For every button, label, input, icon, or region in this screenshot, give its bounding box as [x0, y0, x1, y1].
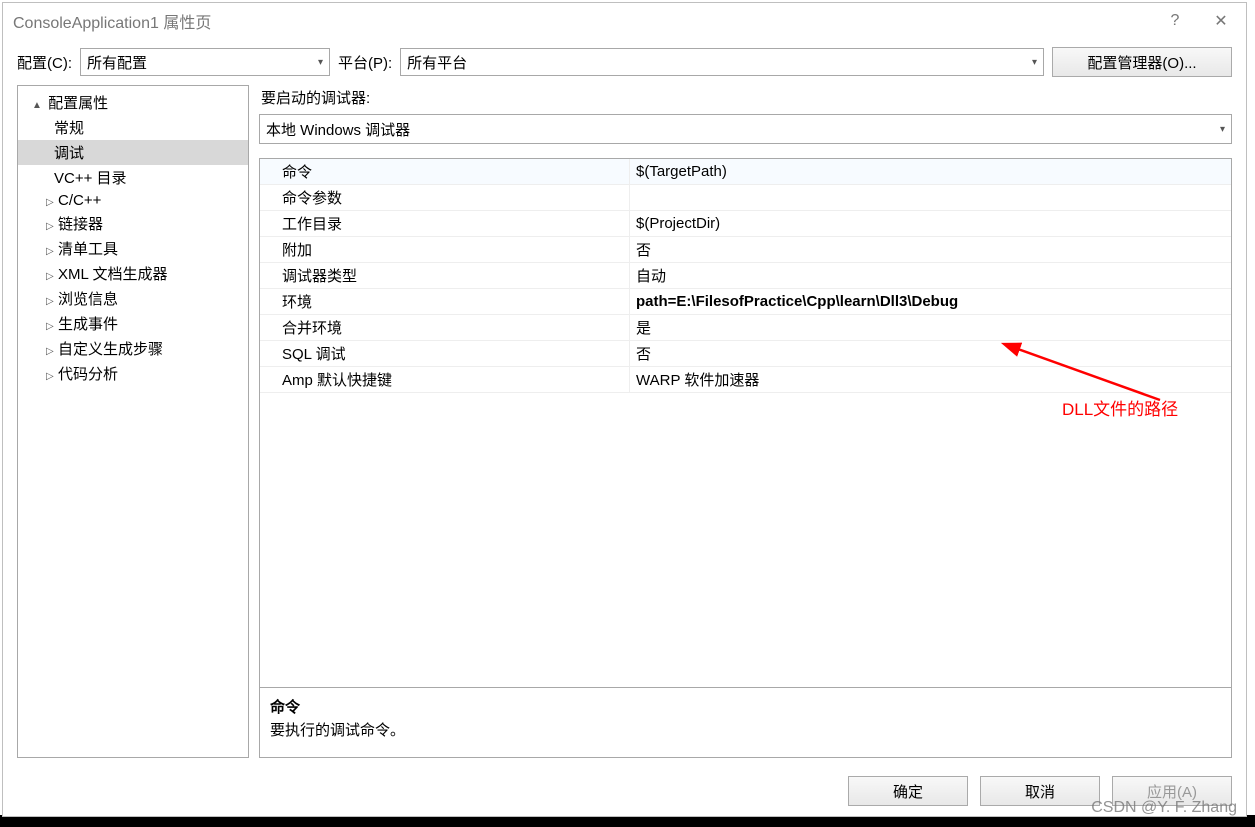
description-title: 命令	[270, 696, 1221, 717]
property-value[interactable]: 否	[630, 341, 1231, 366]
tree-item[interactable]: ▷清单工具	[18, 236, 248, 261]
property-row[interactable]: 命令$(TargetPath)	[260, 159, 1231, 185]
triangle-right-icon: ▷	[46, 271, 56, 282]
triangle-right-icon: ▷	[46, 246, 56, 257]
tree-item-label: 清单工具	[58, 241, 118, 258]
property-name: 工作目录	[260, 211, 630, 236]
debugger-selected: 本地 Windows 调试器	[266, 119, 410, 140]
tree-item[interactable]: ▷C/C++	[18, 190, 248, 211]
category-tree[interactable]: ▲ 配置属性 常规调试VC++ 目录▷C/C++▷链接器▷清单工具▷XML 文档…	[17, 85, 249, 758]
debugger-section-label: 要启动的调试器:	[261, 87, 1232, 108]
tree-item-label: 自定义生成步骤	[58, 341, 163, 358]
tree-item-label: 链接器	[58, 216, 103, 233]
property-value[interactable]: path=E:\FilesofPractice\Cpp\learn\Dll3\D…	[630, 291, 1231, 312]
tree-item-label: 代码分析	[58, 366, 118, 383]
tree-item[interactable]: ▷XML 文档生成器	[18, 261, 248, 286]
tree-item[interactable]: ▷代码分析	[18, 361, 248, 386]
chevron-down-icon: ▾	[1032, 57, 1037, 68]
tree-item[interactable]: ▷链接器	[18, 211, 248, 236]
property-name: 命令	[260, 159, 630, 184]
triangle-right-icon: ▷	[46, 371, 56, 382]
apply-button[interactable]: 应用(A)	[1112, 776, 1232, 806]
property-value[interactable]: $(ProjectDir)	[630, 213, 1231, 234]
window-title: ConsoleApplication1 属性页	[13, 9, 1152, 33]
help-icon[interactable]: ?	[1152, 5, 1198, 37]
chevron-down-icon: ▾	[1220, 124, 1225, 135]
property-name: 合并环境	[260, 315, 630, 340]
tree-item[interactable]: ▷自定义生成步骤	[18, 336, 248, 361]
tree-item-label: 浏览信息	[58, 291, 118, 308]
tree-root[interactable]: ▲ 配置属性	[18, 90, 248, 115]
property-value[interactable]	[630, 196, 1231, 200]
property-row[interactable]: SQL 调试否	[260, 341, 1231, 367]
platform-value: 所有平台	[407, 52, 467, 73]
property-grid: 命令$(TargetPath)命令参数工作目录$(ProjectDir)附加否调…	[259, 158, 1232, 758]
tree-item-label: XML 文档生成器	[58, 266, 167, 283]
property-row[interactable]: 环境path=E:\FilesofPractice\Cpp\learn\Dll3…	[260, 289, 1231, 315]
tree-item[interactable]: ▷浏览信息	[18, 286, 248, 311]
property-value[interactable]: 自动	[630, 263, 1231, 288]
platform-label: 平台(P):	[338, 52, 392, 73]
triangle-right-icon: ▷	[46, 321, 56, 332]
config-dropdown[interactable]: 所有配置 ▾	[80, 48, 330, 76]
dialog-buttons: 确定 取消 应用(A)	[3, 768, 1246, 816]
property-row[interactable]: 调试器类型自动	[260, 263, 1231, 289]
property-name: Amp 默认快捷键	[260, 367, 630, 392]
triangle-right-icon: ▷	[46, 221, 56, 232]
property-value[interactable]: $(TargetPath)	[630, 161, 1231, 182]
property-name: 附加	[260, 237, 630, 262]
titlebar: ConsoleApplication1 属性页 ? ✕	[3, 3, 1246, 39]
triangle-down-icon: ▲	[32, 100, 42, 111]
config-value: 所有配置	[87, 52, 147, 73]
property-name: 命令参数	[260, 185, 630, 210]
property-name: 调试器类型	[260, 263, 630, 288]
description-box: 命令 要执行的调试命令。	[260, 687, 1231, 757]
config-toolbar: 配置(C): 所有配置 ▾ 平台(P): 所有平台 ▾ 配置管理器(O)...	[3, 39, 1246, 85]
property-page-dialog: ConsoleApplication1 属性页 ? ✕ 配置(C): 所有配置 …	[2, 2, 1247, 817]
close-icon[interactable]: ✕	[1198, 5, 1244, 37]
property-row[interactable]: 附加否	[260, 237, 1231, 263]
triangle-right-icon: ▷	[46, 346, 56, 357]
config-manager-button[interactable]: 配置管理器(O)...	[1052, 47, 1232, 77]
description-body: 要执行的调试命令。	[270, 719, 1221, 740]
platform-dropdown[interactable]: 所有平台 ▾	[400, 48, 1044, 76]
tree-item[interactable]: 常规	[18, 115, 248, 140]
tree-item-label: 调试	[54, 145, 84, 162]
property-row[interactable]: 命令参数	[260, 185, 1231, 211]
tree-item-label: 常规	[54, 120, 84, 137]
property-grid-body[interactable]: 命令$(TargetPath)命令参数工作目录$(ProjectDir)附加否调…	[260, 159, 1231, 687]
property-value[interactable]: 否	[630, 237, 1231, 262]
property-value[interactable]: 是	[630, 315, 1231, 340]
triangle-right-icon: ▷	[46, 197, 56, 208]
tree-item-label: C/C++	[58, 192, 101, 209]
triangle-right-icon: ▷	[46, 296, 56, 307]
property-row[interactable]: 合并环境是	[260, 315, 1231, 341]
property-name: SQL 调试	[260, 341, 630, 366]
tree-item-label: VC++ 目录	[54, 170, 127, 187]
debugger-dropdown[interactable]: 本地 Windows 调试器 ▾	[259, 114, 1232, 144]
property-row[interactable]: Amp 默认快捷键WARP 软件加速器	[260, 367, 1231, 393]
property-row[interactable]: 工作目录$(ProjectDir)	[260, 211, 1231, 237]
cancel-button[interactable]: 取消	[980, 776, 1100, 806]
property-value[interactable]: WARP 软件加速器	[630, 367, 1231, 392]
config-label: 配置(C):	[17, 52, 72, 73]
tree-item[interactable]: ▷生成事件	[18, 311, 248, 336]
tree-item-label: 生成事件	[58, 316, 118, 333]
tree-item[interactable]: 调试	[18, 140, 248, 165]
chevron-down-icon: ▾	[318, 57, 323, 68]
ok-button[interactable]: 确定	[848, 776, 968, 806]
tree-item[interactable]: VC++ 目录	[18, 165, 248, 190]
property-name: 环境	[260, 289, 630, 314]
